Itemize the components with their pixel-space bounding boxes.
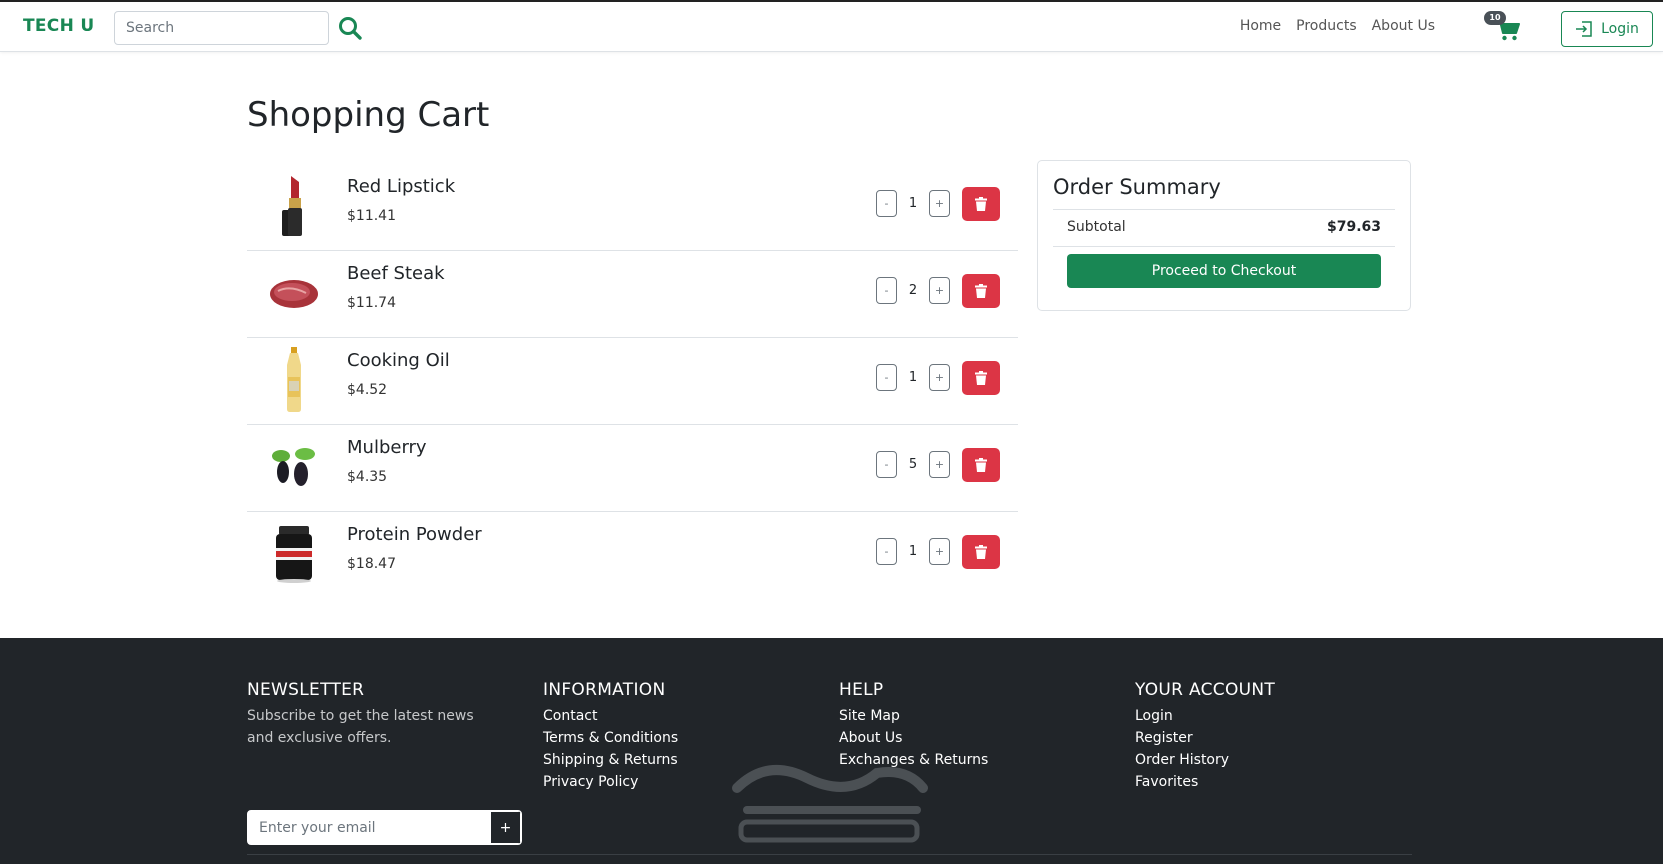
order-summary-card: Order Summary Subtotal $79.63 Proceed to… [1037, 160, 1411, 311]
qty-decrease-button[interactable]: - [876, 277, 897, 304]
nav-links: Home Products About Us [1240, 18, 1435, 34]
footer-link-about-us[interactable]: About Us [839, 727, 988, 749]
footer-link-register[interactable]: Register [1135, 727, 1275, 749]
nav-home[interactable]: Home [1240, 18, 1281, 34]
cart-item: Beef Steak $11.74 - 2 + [247, 251, 1018, 338]
login-icon [1576, 21, 1592, 37]
cart-list: Red Lipstick $11.41 - 1 + Beef Steak $11… [247, 164, 1018, 599]
newsletter-description: Subscribe to get the latest news and exc… [247, 708, 474, 746]
cart-count-badge: 10 [1484, 11, 1506, 25]
footer-link-site-map[interactable]: Site Map [839, 705, 988, 727]
trash-icon [975, 545, 987, 559]
steak-icon [267, 259, 321, 327]
qty-increase-button[interactable]: + [929, 364, 950, 391]
information-title: INFORMATION [543, 680, 666, 700]
nav-products[interactable]: Products [1296, 18, 1356, 34]
cart-item: Red Lipstick $11.41 - 1 + [247, 164, 1018, 251]
item-name[interactable]: Red Lipstick [347, 176, 455, 197]
qty-value: 1 [908, 370, 918, 385]
trash-icon [975, 197, 987, 211]
checkout-button[interactable]: Proceed to Checkout [1067, 254, 1381, 288]
item-price: $18.47 [347, 556, 396, 572]
trash-icon [975, 284, 987, 298]
lipstick-icon [267, 172, 321, 240]
newsletter-title: NEWSLETTER [247, 680, 365, 700]
help-title: HELP [839, 680, 884, 700]
qty-increase-button[interactable]: + [929, 190, 950, 217]
email-input[interactable] [248, 811, 490, 844]
item-name[interactable]: Cooking Oil [347, 350, 450, 371]
qty-decrease-button[interactable]: - [876, 364, 897, 391]
quantity-stepper: - 1 + [876, 190, 950, 217]
item-price: $4.52 [347, 382, 388, 398]
login-label: Login [1601, 21, 1639, 37]
subtotal-label: Subtotal [1067, 219, 1126, 235]
qty-increase-button[interactable]: + [929, 538, 950, 565]
footer-account: YOUR ACCOUNT Login Register Order Histor… [1135, 680, 1275, 793]
quantity-stepper: - 5 + [876, 451, 950, 478]
footer: NEWSLETTER Subscribe to get the latest n… [0, 638, 1663, 864]
account-title: YOUR ACCOUNT [1135, 680, 1276, 700]
item-name[interactable]: Protein Powder [347, 524, 482, 545]
summary-divider [1053, 246, 1395, 247]
quantity-stepper: - 1 + [876, 364, 950, 391]
footer-information: INFORMATION Contact Terms & Conditions S… [543, 680, 678, 793]
qty-increase-button[interactable]: + [929, 451, 950, 478]
qty-value: 2 [908, 283, 918, 298]
item-name[interactable]: Beef Steak [347, 263, 445, 284]
footer-link-terms[interactable]: Terms & Conditions [543, 727, 678, 749]
order-summary-title: Order Summary [1053, 175, 1221, 199]
subscribe-button[interactable]: + [490, 811, 521, 844]
trash-icon [975, 458, 987, 472]
qty-increase-button[interactable]: + [929, 277, 950, 304]
navbar: TECH U Home Products About Us 10 Login [0, 0, 1663, 52]
cart-item: Protein Powder $18.47 - 1 + [247, 512, 1018, 599]
qty-decrease-button[interactable]: - [876, 190, 897, 217]
cart-item: Cooking Oil $4.52 - 1 + [247, 338, 1018, 425]
qty-value: 1 [908, 196, 918, 211]
protein-tub-icon [267, 520, 321, 588]
newsletter-form: + [247, 810, 522, 845]
qty-decrease-button[interactable]: - [876, 538, 897, 565]
item-price: $11.74 [347, 295, 396, 311]
search-input[interactable] [114, 11, 329, 45]
footer-divider [247, 854, 1412, 855]
search-button[interactable] [337, 15, 363, 41]
nav-about-us[interactable]: About Us [1372, 18, 1435, 34]
search-icon [339, 17, 362, 40]
qty-value: 5 [908, 457, 918, 472]
footer-link-contact[interactable]: Contact [543, 705, 678, 727]
quantity-stepper: - 2 + [876, 277, 950, 304]
summary-divider [1053, 209, 1395, 210]
remove-item-button[interactable] [962, 274, 1000, 308]
oil-bottle-icon [267, 346, 321, 414]
footer-link-order-history[interactable]: Order History [1135, 749, 1275, 771]
brand-logo[interactable]: TECH U [23, 16, 94, 36]
qty-decrease-button[interactable]: - [876, 451, 897, 478]
item-name[interactable]: Mulberry [347, 437, 427, 458]
footer-link-shipping[interactable]: Shipping & Returns [543, 749, 678, 771]
quantity-stepper: - 1 + [876, 538, 950, 565]
subtotal-value: $79.63 [1326, 219, 1381, 235]
mulberry-icon [267, 433, 321, 501]
footer-newsletter: NEWSLETTER Subscribe to get the latest n… [247, 680, 522, 845]
trash-icon [975, 371, 987, 385]
footer-link-privacy[interactable]: Privacy Policy [543, 771, 678, 793]
remove-item-button[interactable] [962, 448, 1000, 482]
footer-link-login[interactable]: Login [1135, 705, 1275, 727]
remove-item-button[interactable] [962, 187, 1000, 221]
login-button[interactable]: Login [1561, 11, 1653, 47]
watermark-logo [732, 765, 928, 843]
qty-value: 1 [908, 544, 918, 559]
remove-item-button[interactable] [962, 361, 1000, 395]
page-title: Shopping Cart [247, 95, 490, 135]
cart-item: Mulberry $4.35 - 5 + [247, 425, 1018, 512]
item-price: $11.41 [347, 208, 396, 224]
remove-item-button[interactable] [962, 535, 1000, 569]
footer-link-favorites[interactable]: Favorites [1135, 771, 1275, 793]
item-price: $4.35 [347, 469, 388, 485]
